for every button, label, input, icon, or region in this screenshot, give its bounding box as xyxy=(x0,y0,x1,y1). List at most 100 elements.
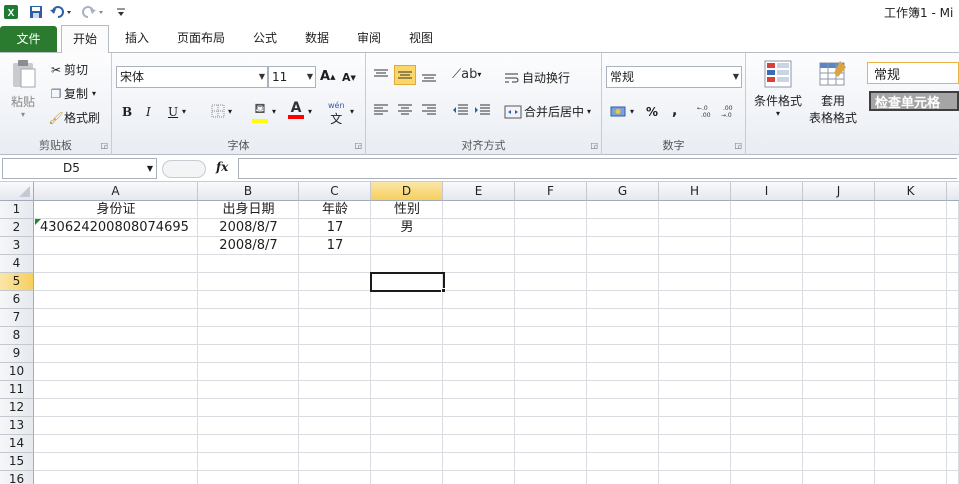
redo-icon[interactable] xyxy=(80,3,106,21)
grid-cell[interactable] xyxy=(198,255,299,273)
cell-b2[interactable]: 2008/8/7 xyxy=(198,219,299,237)
grid-cell[interactable] xyxy=(947,417,959,435)
grid-cell[interactable] xyxy=(198,453,299,471)
grid-cell[interactable] xyxy=(34,363,198,381)
grid-cell[interactable] xyxy=(515,309,587,327)
grid-cell[interactable] xyxy=(731,345,803,363)
grid-cell[interactable] xyxy=(34,273,198,291)
grid-cell[interactable] xyxy=(875,309,947,327)
grid-cell[interactable] xyxy=(443,291,515,309)
fill-dropdown-icon[interactable]: ▾ xyxy=(272,107,276,116)
align-right-button[interactable] xyxy=(420,103,438,117)
grid-cell[interactable] xyxy=(371,327,443,345)
grid-cell[interactable] xyxy=(198,363,299,381)
grid-cell[interactable] xyxy=(198,327,299,345)
grid-cell[interactable] xyxy=(587,363,659,381)
grid-cell[interactable] xyxy=(515,381,587,399)
phonetic-dropdown-icon[interactable]: ▾ xyxy=(350,107,354,116)
grid-cell[interactable] xyxy=(34,417,198,435)
grid-cell[interactable] xyxy=(731,399,803,417)
cell-d1[interactable]: 性别 xyxy=(371,201,443,219)
grid-cell[interactable] xyxy=(443,363,515,381)
grid-cell[interactable] xyxy=(947,201,959,219)
grid-cell[interactable] xyxy=(587,399,659,417)
grid-cell[interactable] xyxy=(515,471,587,484)
grid-cell[interactable] xyxy=(731,381,803,399)
grid-cell[interactable] xyxy=(875,345,947,363)
grid-cell[interactable] xyxy=(443,327,515,345)
grid-cell[interactable] xyxy=(731,417,803,435)
grid-cell[interactable] xyxy=(659,201,731,219)
grid-cell[interactable] xyxy=(515,327,587,345)
percent-button[interactable]: % xyxy=(646,105,658,119)
paste-button[interactable]: 粘贴 ▾ xyxy=(6,59,40,119)
grid-cell[interactable] xyxy=(443,219,515,237)
column-header-c[interactable]: C xyxy=(299,182,371,201)
grid-cell[interactable] xyxy=(875,471,947,484)
grid-cell[interactable] xyxy=(587,219,659,237)
grid-cell[interactable] xyxy=(731,327,803,345)
underline-dropdown-icon[interactable]: ▾ xyxy=(182,107,186,116)
font-color-dropdown-icon[interactable]: ▾ xyxy=(308,107,312,116)
wrap-text-button[interactable]: 自动换行 xyxy=(504,69,570,86)
grid-cell[interactable] xyxy=(587,471,659,484)
grid-cell[interactable] xyxy=(875,273,947,291)
grid-cell[interactable] xyxy=(371,255,443,273)
grid-cell[interactable] xyxy=(731,201,803,219)
grid-cell[interactable] xyxy=(299,291,371,309)
row-header-7[interactable]: 7 xyxy=(0,309,34,327)
grid-cell[interactable] xyxy=(731,237,803,255)
grid-cell[interactable] xyxy=(731,291,803,309)
grid-cell[interactable] xyxy=(299,381,371,399)
grid-cell[interactable] xyxy=(34,327,198,345)
grid-cell[interactable] xyxy=(515,255,587,273)
row-header-4[interactable]: 4 xyxy=(0,255,34,273)
grid-cell[interactable] xyxy=(659,291,731,309)
borders-button[interactable]: ▾ xyxy=(210,103,232,119)
grid-cell[interactable] xyxy=(803,201,875,219)
grid-cell[interactable] xyxy=(587,453,659,471)
grid-cell[interactable] xyxy=(875,399,947,417)
phonetic-button[interactable]: wén 文 xyxy=(328,101,345,127)
cut-button[interactable]: ✂ 剪切 xyxy=(48,61,88,78)
increase-decimal-button[interactable]: ←.0.00 xyxy=(696,103,716,119)
grid-cell[interactable] xyxy=(299,435,371,453)
alignment-launcher-icon[interactable]: ◲ xyxy=(590,141,598,150)
tab-formulas[interactable]: 公式 xyxy=(244,24,286,52)
font-launcher-icon[interactable]: ◲ xyxy=(354,141,362,150)
spreadsheet-grid[interactable]: A B C D E F G H I J K 1 2 3 4 5 6 7 8 9 10 11 12 13 1… xyxy=(0,182,959,484)
grid-cell[interactable] xyxy=(443,435,515,453)
grid-cell[interactable] xyxy=(371,237,443,255)
grid-cell[interactable] xyxy=(34,435,198,453)
row-header-2[interactable]: 2 xyxy=(0,219,34,237)
cell-c3[interactable]: 17 xyxy=(299,237,371,255)
grid-cell[interactable] xyxy=(947,309,959,327)
grid-cell[interactable] xyxy=(443,381,515,399)
column-header-k[interactable]: K xyxy=(875,182,947,201)
grid-cell[interactable] xyxy=(803,327,875,345)
row-header-1[interactable]: 1 xyxy=(0,201,34,219)
fill-handle[interactable] xyxy=(441,288,446,293)
grid-cell[interactable] xyxy=(371,417,443,435)
grid-cell[interactable] xyxy=(587,345,659,363)
grid-cell[interactable] xyxy=(875,417,947,435)
grid-cell[interactable] xyxy=(587,435,659,453)
grid-cell[interactable] xyxy=(803,291,875,309)
grid-cell[interactable] xyxy=(587,309,659,327)
grid-cell[interactable] xyxy=(875,453,947,471)
grid-cell[interactable] xyxy=(515,417,587,435)
grid-cell[interactable] xyxy=(947,453,959,471)
grid-cell[interactable] xyxy=(34,399,198,417)
grid-cell[interactable] xyxy=(875,237,947,255)
grid-cell[interactable] xyxy=(947,255,959,273)
format-as-table-button[interactable]: 套用 表格格式 xyxy=(804,59,862,126)
grid-cell[interactable] xyxy=(731,435,803,453)
grid-cell[interactable] xyxy=(803,255,875,273)
grid-cell[interactable] xyxy=(299,471,371,484)
align-top-button[interactable] xyxy=(372,67,390,83)
grid-cell[interactable] xyxy=(803,435,875,453)
name-box[interactable]: D5 ▼ xyxy=(2,158,157,179)
grid-cell[interactable] xyxy=(803,363,875,381)
active-cell-selection[interactable] xyxy=(370,272,445,292)
grid-cell[interactable] xyxy=(299,255,371,273)
